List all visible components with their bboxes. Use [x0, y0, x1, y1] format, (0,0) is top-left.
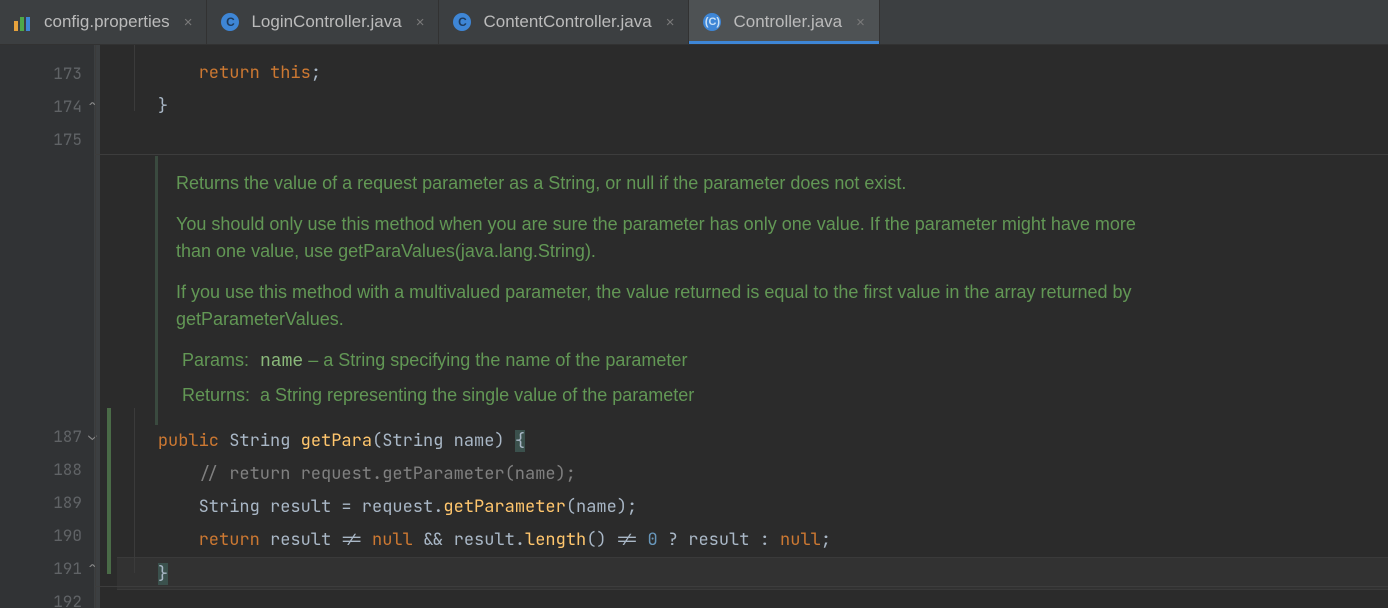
- line-number: 187 ⌄: [0, 420, 94, 453]
- close-icon[interactable]: ×: [184, 14, 193, 31]
- tab-label: config.properties: [44, 12, 170, 32]
- code-line: // return request.getParameter(name);: [117, 458, 1388, 491]
- close-icon[interactable]: ×: [666, 14, 675, 31]
- close-icon[interactable]: ×: [416, 14, 425, 31]
- line-number: 189: [0, 486, 94, 519]
- javadoc-paragraph: You should only use this method when you…: [176, 211, 1155, 265]
- tab-login-controller[interactable]: C LoginController.java ×: [207, 0, 439, 44]
- code-area[interactable]: return this; } Returns the value of a re…: [95, 45, 1388, 608]
- tab-label: LoginController.java: [251, 12, 401, 32]
- javadoc-params: Params: name – a String specifying the n…: [182, 347, 1155, 376]
- javadoc-block: Returns the value of a request parameter…: [155, 156, 1175, 425]
- javadoc-paragraph: If you use this method with a multivalue…: [176, 279, 1155, 333]
- code-line: public String getPara(String name) {: [117, 425, 1388, 458]
- code-line: }: [117, 90, 1388, 123]
- tab-label: Controller.java: [733, 12, 842, 32]
- line-number: 191 ⌃: [0, 552, 94, 585]
- properties-icon: [14, 12, 36, 32]
- class-icon: C: [453, 12, 475, 32]
- line-number: 175: [0, 123, 94, 156]
- javadoc-returns: Returns: a String representing the singl…: [182, 382, 1155, 409]
- tab-controller[interactable]: (C) Controller.java ×: [689, 0, 879, 44]
- interface-icon: (C): [703, 12, 725, 32]
- gutter: 173 174 ⌃ 175 187 ⌄ 188 189 190 191 ⌃ 19…: [0, 45, 95, 608]
- code-line: return this;: [117, 57, 1388, 90]
- close-icon[interactable]: ×: [856, 14, 865, 31]
- code-line: [117, 123, 1388, 156]
- tab-content-controller[interactable]: C ContentController.java ×: [439, 0, 689, 44]
- code-line: return result != null && result.length()…: [117, 524, 1388, 557]
- code-editor[interactable]: 173 174 ⌃ 175 187 ⌄ 188 189 190 191 ⌃ 19…: [0, 45, 1388, 608]
- javadoc-paragraph: Returns the value of a request parameter…: [176, 170, 1155, 197]
- code-line: [117, 590, 1388, 608]
- code-line: String result = request.getParameter(nam…: [117, 491, 1388, 524]
- tab-label: ContentController.java: [483, 12, 651, 32]
- line-number: 192: [0, 585, 94, 608]
- class-icon: C: [221, 12, 243, 32]
- line-number: 173: [0, 57, 94, 90]
- line-number: 174 ⌃: [0, 90, 94, 123]
- tab-config-properties[interactable]: config.properties ×: [0, 0, 207, 44]
- line-number: 188: [0, 453, 94, 486]
- line-number: 190: [0, 519, 94, 552]
- tab-bar: config.properties × C LoginController.ja…: [0, 0, 1388, 45]
